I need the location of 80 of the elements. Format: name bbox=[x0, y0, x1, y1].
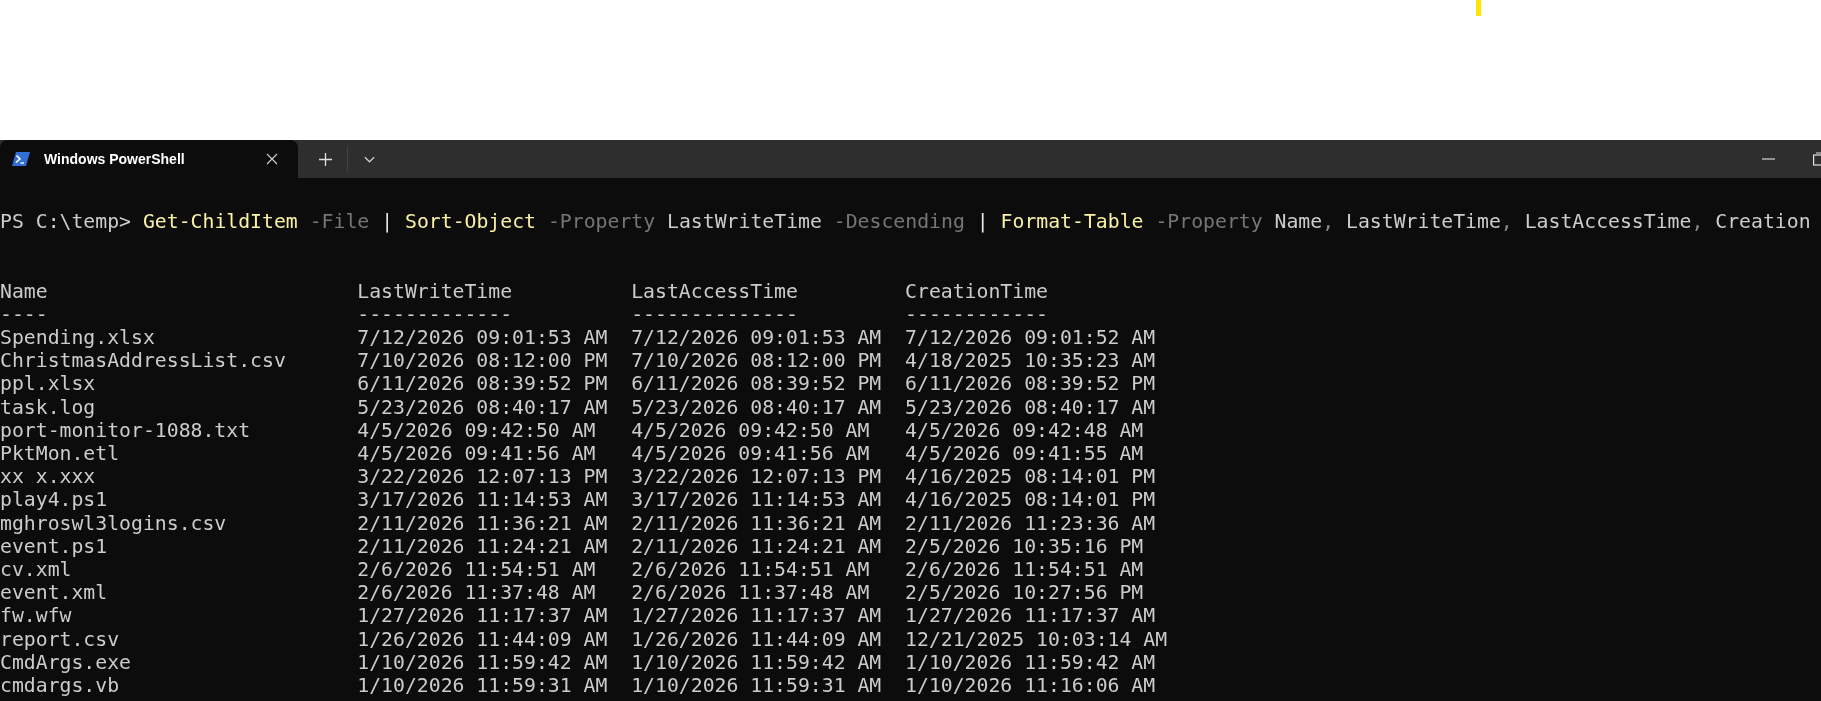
table-cell: 7/12/2026 09:01:53 AM bbox=[631, 326, 882, 350]
table-cell: 6/11/2026 08:39:52 PM bbox=[631, 372, 882, 396]
table-cell: 7/12/2026 09:01:52 AM bbox=[905, 326, 1156, 350]
table-cell: 1/10/2026 11:16:06 AM bbox=[905, 674, 1156, 698]
table-cell: 7/12/2026 09:01:53 AM bbox=[357, 326, 608, 350]
highlight-mark bbox=[1476, 0, 1481, 16]
table-cell: Spending.xlsx bbox=[0, 326, 155, 350]
table-cell: 5/23/2026 08:40:17 AM bbox=[905, 395, 1156, 419]
heading-underline: ------------- bbox=[357, 302, 513, 326]
column-heading: CreationTime bbox=[905, 279, 1048, 303]
table-cell: report.csv bbox=[0, 627, 120, 651]
table-cell: 1/10/2026 11:59:42 AM bbox=[631, 650, 882, 675]
table-cell: 1/27/2026 11:17:37 AM bbox=[905, 604, 1156, 628]
table-cell: 4/5/2026 09:42:48 AM bbox=[905, 418, 1144, 442]
terminal-prompt-icon bbox=[12, 152, 30, 166]
table-cell: 4/5/2026 09:42:50 AM bbox=[631, 418, 870, 442]
table-cell: 4/5/2026 09:41:56 AM bbox=[357, 442, 596, 466]
heading-underline: -------------- bbox=[631, 302, 798, 326]
tab-title: Windows PowerShell bbox=[44, 151, 185, 167]
table-cell: event.ps1 bbox=[0, 534, 108, 558]
column-heading: LastAccessTime bbox=[631, 279, 798, 303]
table-cell: 2/6/2026 11:54:51 AM bbox=[631, 558, 870, 582]
table-cell: CmdArgs.exe bbox=[0, 650, 131, 675]
table-cell: 4/5/2026 09:42:50 AM bbox=[357, 418, 596, 442]
close-icon[interactable] bbox=[266, 153, 278, 165]
table-cell: play4.ps1 bbox=[0, 488, 108, 512]
table-cell: PktMon.etl bbox=[0, 442, 120, 466]
table-cell: 4/5/2026 09:41:56 AM bbox=[631, 442, 870, 466]
table-cell: 6/11/2026 08:39:52 PM bbox=[905, 372, 1156, 396]
table-cell: 12/21/2025 10:03:14 AM bbox=[905, 627, 1168, 651]
table-cell: 1/26/2026 11:44:09 AM bbox=[357, 627, 608, 651]
table-cell: 4/18/2025 10:35:23 AM bbox=[905, 349, 1156, 373]
table-cell: xx x.xxx bbox=[0, 465, 96, 489]
table-cell: fw.wfw bbox=[0, 604, 72, 628]
table-cell: 4/16/2025 08:14:01 PM bbox=[905, 488, 1156, 512]
table-cell: 2/5/2026 10:35:16 PM bbox=[905, 534, 1144, 558]
terminal-tab[interactable]: Windows PowerShell bbox=[0, 140, 298, 178]
table-cell: event.xml bbox=[0, 581, 108, 605]
table-cell: mghroswl3logins.csv bbox=[0, 511, 227, 535]
table-cell: 1/10/2026 11:59:42 AM bbox=[357, 650, 608, 675]
heading-underline: ------------ bbox=[905, 302, 1048, 326]
table-cell: cmdargs.vb bbox=[0, 674, 120, 698]
table-cell: 2/11/2026 11:36:21 AM bbox=[357, 511, 608, 535]
table-cell: 3/22/2026 12:07:13 PM bbox=[631, 465, 882, 489]
table-cell: 1/26/2026 11:44:09 AM bbox=[631, 627, 882, 651]
table-cell: 2/11/2026 11:24:21 AM bbox=[631, 534, 882, 558]
table-cell: 2/11/2026 11:36:21 AM bbox=[631, 511, 882, 535]
table-cell: task.log bbox=[0, 395, 96, 419]
table-cell: 1/10/2026 11:59:42 AM bbox=[905, 650, 1156, 675]
table-cell: 5/23/2026 08:40:17 AM bbox=[631, 395, 882, 419]
table-cell: cv.xml bbox=[0, 558, 72, 582]
column-heading: LastWriteTime bbox=[357, 279, 513, 303]
table-cell: port-monitor-1088.txt bbox=[0, 418, 251, 442]
table-cell: 2/6/2026 11:54:51 AM bbox=[357, 558, 596, 582]
table-cell: ppl.xlsx bbox=[0, 372, 96, 396]
table-cell: 2/6/2026 11:37:48 AM bbox=[357, 581, 596, 605]
table-cell: 1/27/2026 11:17:37 AM bbox=[357, 604, 608, 628]
command-line: PS C:\temp> Get-ChildItem -File | Sort-Object -Property LastWriteTime -Descending | Format-Table -Property Name, LastWriteTime, LastAccessTime, Creation bbox=[0, 210, 1812, 234]
table-cell: 2/11/2026 11:24:21 AM bbox=[357, 534, 608, 558]
heading-underline: ---- bbox=[0, 302, 48, 326]
column-heading: Name bbox=[0, 279, 48, 303]
table-cell: 4/5/2026 09:41:55 AM bbox=[905, 442, 1144, 466]
table-cell: 5/23/2026 08:40:17 AM bbox=[357, 395, 608, 419]
table-cell: 2/6/2026 11:54:51 AM bbox=[905, 558, 1144, 582]
table-cell: 3/22/2026 12:07:13 PM bbox=[357, 465, 608, 489]
table-cell: 1/10/2026 11:59:31 AM bbox=[631, 674, 882, 698]
table-cell: 7/10/2026 08:12:00 PM bbox=[631, 349, 882, 373]
new-tab-plus-icon[interactable] bbox=[319, 152, 332, 166]
table-cell: 4/16/2025 08:14:01 PM bbox=[905, 465, 1156, 489]
table-cell: 2/5/2026 10:27:56 PM bbox=[905, 581, 1144, 605]
table-cell: 7/10/2026 08:12:00 PM bbox=[357, 349, 608, 373]
table-cell: 2/11/2026 11:23:36 AM bbox=[905, 511, 1156, 535]
table-cell: ChristmasAddressList.csv bbox=[0, 349, 286, 373]
table-cell: 2/6/2026 11:37:48 AM bbox=[631, 581, 870, 605]
table-cell: 3/17/2026 11:14:53 AM bbox=[357, 488, 608, 512]
table-cell: 1/27/2026 11:17:37 AM bbox=[631, 604, 882, 628]
table-cell: 6/11/2026 08:39:52 PM bbox=[357, 372, 608, 396]
table-cell: 3/17/2026 11:14:53 AM bbox=[631, 488, 882, 512]
table-cell: 1/10/2026 11:59:31 AM bbox=[357, 674, 608, 698]
dropdown-chevron-icon[interactable] bbox=[364, 155, 375, 163]
